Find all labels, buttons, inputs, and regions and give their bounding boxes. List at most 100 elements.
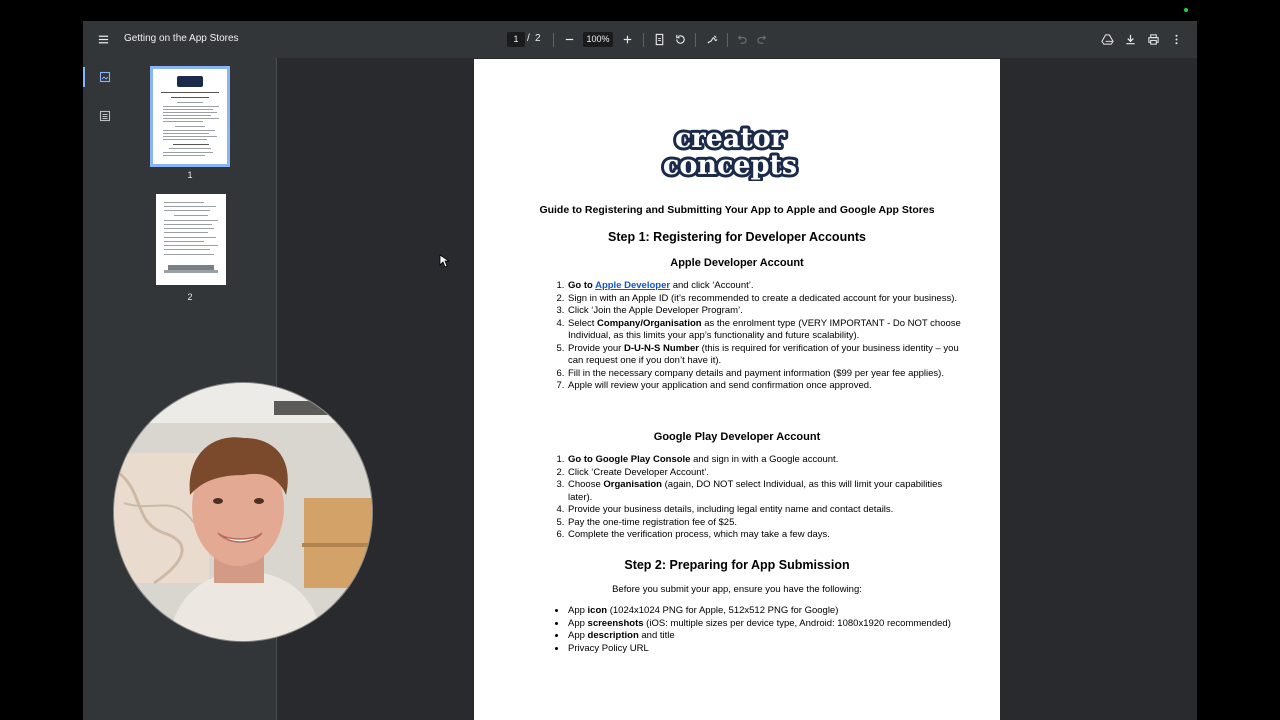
recording-indicator: [1184, 8, 1188, 12]
list-item: Privacy Policy URL: [567, 643, 967, 656]
pdf-page-1: creator creator concepts concepts Guide …: [474, 59, 1000, 720]
apple-steps-list: Go to Apple Developer and click ‘Account…: [551, 280, 967, 393]
thumbnail-text-line: [164, 206, 216, 207]
toolbar-divider: [727, 33, 728, 47]
thumbnail-text-line: [175, 126, 205, 127]
outline-icon: [99, 110, 111, 122]
google-steps-list: Go to Google Play Console and sign in wi…: [551, 454, 967, 542]
thumbnail-logo: [177, 76, 203, 87]
side-nav: [83, 58, 129, 720]
thumbnail-label-1: 1: [187, 170, 193, 180]
toolbar-divider: [643, 33, 644, 47]
menu-button[interactable]: [93, 29, 113, 49]
thumbnail-text-line: [164, 210, 210, 211]
list-item: Pay the one-time registration fee of $25…: [567, 517, 967, 530]
thumbnail-text-line: [163, 121, 203, 122]
drive-icon: [1100, 33, 1114, 45]
thumbnail-text-line: [177, 102, 203, 103]
undo-button[interactable]: [731, 29, 751, 49]
page-thumbnail-2[interactable]: [156, 194, 226, 285]
page-total: 2: [535, 33, 541, 44]
list-item: Complete the verification process, which…: [567, 529, 967, 542]
zoom-out-button[interactable]: [559, 29, 579, 49]
thumbnail-text-line: [163, 139, 207, 140]
toolbar-divider: [695, 33, 696, 47]
presenter-video: [114, 383, 372, 641]
download-button[interactable]: [1120, 29, 1140, 49]
list-item: Provide your business details, including…: [567, 504, 967, 517]
list-item: Sign in with an Apple ID (it’s recommend…: [567, 293, 967, 306]
list-item: App description and title: [567, 630, 967, 643]
list-item: App screenshots (iOS: multiple sizes per…: [567, 618, 967, 631]
document-canvas[interactable]: creator creator concepts concepts Guide …: [277, 58, 1197, 720]
thumbnail-footer-bar: [164, 270, 218, 273]
document-title: Guide to Registering and Submitting Your…: [539, 204, 935, 216]
thumbnail-text-line: [164, 224, 212, 225]
list-item: Go to Google Play Console and sign in wi…: [567, 454, 967, 467]
active-nav-indicator: [83, 67, 85, 87]
google-account-heading: Google Play Developer Account: [653, 431, 821, 443]
thumbnail-text-line: [174, 215, 208, 216]
svg-text:concepts: concepts: [663, 150, 797, 181]
menu-icon: [98, 35, 108, 43]
annotate-icon: [706, 34, 718, 44]
thumbnail-text-line: [164, 228, 214, 229]
thumbnail-text-line: [163, 152, 213, 153]
thumbnail-text-line: [163, 115, 211, 116]
thumbnail-text-line: [173, 144, 209, 145]
thumbnail-text-line: [164, 249, 210, 250]
thumbnail-text-line: [164, 232, 208, 233]
thumbnails-view-button[interactable]: [97, 69, 113, 85]
thumbnail-text-line: [164, 245, 218, 246]
page-number-input[interactable]: 1: [507, 32, 525, 47]
zoom-input[interactable]: 100%: [583, 32, 613, 47]
mouse-cursor-icon: [439, 254, 449, 268]
step-2-heading: Step 2: Preparing for App Submission: [624, 558, 850, 572]
thumbnail-text-line: [164, 237, 216, 238]
list-item: Choose Organisation (again, DO NOT selec…: [567, 479, 967, 504]
list-item: Click ‘Join the Apple Developer Program’…: [567, 305, 967, 318]
fit-page-button[interactable]: [649, 29, 669, 49]
list-item: App icon (1024x1024 PNG for Apple, 512x5…: [567, 605, 967, 618]
print-button[interactable]: [1143, 29, 1163, 49]
zoom-out-icon: [565, 38, 573, 40]
list-item: Select Company/Organisation as the enrol…: [567, 318, 967, 343]
thumbnail-text-line: [164, 241, 204, 242]
thumbnail-text-line: [163, 112, 217, 113]
more-options-button[interactable]: [1166, 29, 1186, 49]
page-thumbnail-1[interactable]: [150, 66, 230, 167]
thumbnail-text-line: [164, 202, 204, 203]
annotate-button[interactable]: [702, 29, 722, 49]
creator-concepts-logo: creator creator concepts concepts: [660, 120, 800, 181]
rotate-icon: [675, 34, 685, 44]
list-item: Click ‘Create Developer Account’.: [567, 467, 967, 480]
print-icon: [1147, 33, 1159, 45]
thumbnail-text-line: [163, 130, 215, 131]
thumbnail-text-line: [164, 220, 218, 221]
thumbnail-text-line: [163, 133, 209, 134]
fit-page-icon: [655, 33, 663, 45]
thumbnail-text-line: [163, 136, 217, 137]
submission-checklist: App icon (1024x1024 PNG for Apple, 512x5…: [551, 605, 967, 655]
page-separator: /: [527, 33, 530, 44]
zoom-in-button[interactable]: [617, 29, 637, 49]
step-2-intro: Before you submit your app, ensure you h…: [612, 584, 862, 595]
thumbnail-text-line: [164, 254, 214, 255]
thumbnail-text-line: [163, 109, 213, 110]
apple-account-heading: Apple Developer Account: [670, 257, 804, 269]
thumbnail-label-2: 2: [187, 292, 193, 302]
thumbnail-text-line: [161, 92, 219, 93]
redo-button[interactable]: [752, 29, 772, 49]
toolbar-divider: [553, 33, 554, 47]
outline-view-button[interactable]: [97, 108, 113, 124]
thumbnail-text-line: [163, 155, 205, 156]
download-icon: [1125, 34, 1135, 44]
more-vert-icon: [1174, 34, 1178, 44]
save-to-drive-button[interactable]: [1097, 29, 1117, 49]
thumbnail-text-line: [169, 148, 211, 149]
list-item: Go to Apple Developer and click ‘Account…: [567, 280, 967, 293]
rotate-button[interactable]: [670, 29, 690, 49]
thumbnail-text-line: [171, 97, 209, 98]
document-title: Getting on the App Stores: [124, 33, 239, 44]
apple-developer-link[interactable]: Apple Developer: [595, 280, 670, 291]
